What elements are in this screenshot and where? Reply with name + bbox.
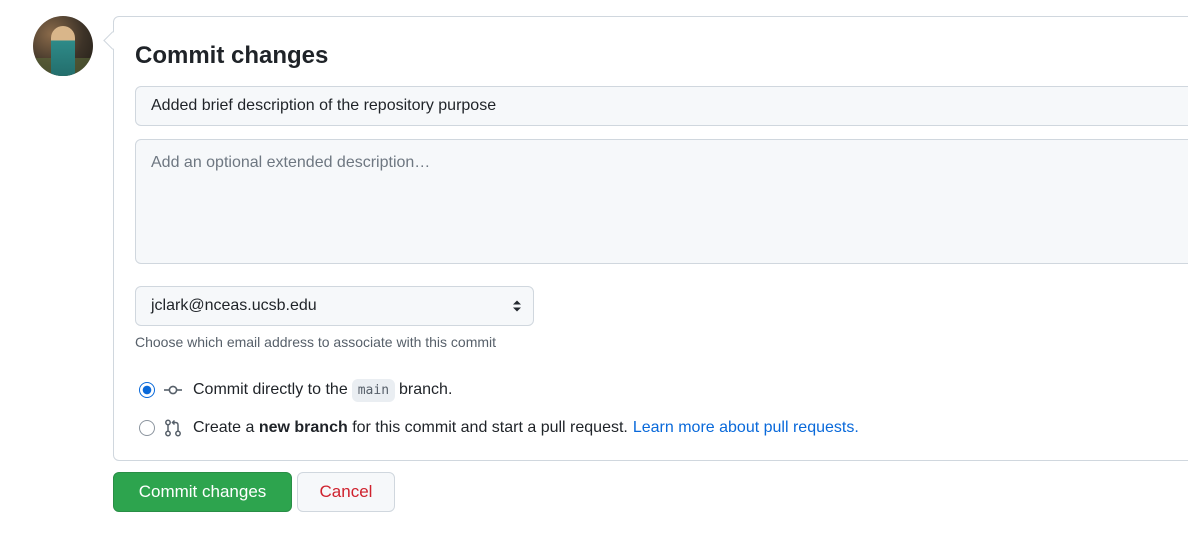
commit-direct-option[interactable]: Commit directly to the main branch. (139, 378, 452, 402)
branch-name-code: main (351, 378, 396, 402)
commit-email-hint: Choose which email address to associate … (135, 334, 497, 350)
select-arrows-icon (513, 300, 521, 312)
new-branch-label-prefix: Create a (193, 419, 255, 436)
new-branch-label-suffix: for this commit and start a pull request… (352, 419, 628, 436)
commit-direct-suffix: branch. (399, 381, 453, 398)
commit-changes-button[interactable]: Commit changes (113, 472, 292, 512)
commit-email-select[interactable]: jclark@nceas.ucsb.edu (135, 286, 534, 326)
commit-form-title: Commit changes (135, 42, 329, 69)
commit-email-value: jclark@nceas.ucsb.edu (151, 297, 317, 314)
git-pull-request-icon (165, 419, 181, 437)
new-branch-radio[interactable] (139, 420, 155, 436)
new-branch-option[interactable]: Create a new branch for this commit and … (139, 416, 859, 440)
new-branch-label-bold: new branch (258, 419, 348, 436)
commit-description-textarea[interactable]: Add an optional extended description… (135, 139, 1188, 264)
avatar-figure (51, 26, 75, 76)
commit-summary-input[interactable]: Added brief description of the repositor… (135, 86, 1188, 126)
commit-direct-label: Commit directly to the (193, 381, 348, 398)
cancel-button[interactable]: Cancel (297, 472, 395, 512)
pull-requests-learn-more-link[interactable]: Learn more about pull requests. (633, 419, 859, 437)
user-avatar[interactable] (33, 16, 93, 76)
commit-direct-radio[interactable] (139, 382, 155, 398)
git-commit-icon (164, 385, 182, 395)
